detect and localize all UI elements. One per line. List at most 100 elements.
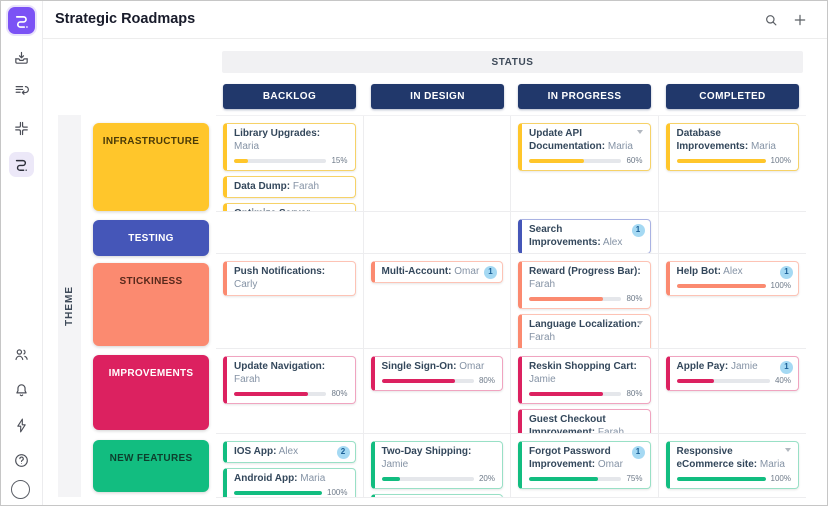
progress-percent: 80% [626, 294, 642, 304]
theme-row-infrastructure[interactable]: INFRASTRUCTURE [93, 123, 209, 211]
grid-cell[interactable]: Help Bot: Alex1100% [659, 254, 807, 349]
progress-percent: 40% [775, 376, 791, 386]
top-bar: Strategic Roadmaps [42, 1, 827, 39]
progress-bar: 75% [529, 474, 643, 484]
card-title: Reskin Shopping Cart: Jamie [529, 360, 643, 386]
column-header-completed[interactable]: COMPLETED [666, 84, 799, 109]
theme-row-improvements[interactable]: IMPROVEMENTS [93, 355, 209, 430]
progress-bar: 15% [234, 156, 348, 166]
card-title: Library Upgrades: Maria [234, 127, 348, 153]
bell-icon[interactable] [9, 378, 34, 403]
roadmap-card[interactable]: Responsive eCommerce site: Maria100% [666, 441, 800, 489]
roadmap-card[interactable]: Update Navigation: Farah80% [223, 356, 356, 404]
grid-cell[interactable] [364, 116, 512, 212]
column-header-in-progress[interactable]: IN PROGRESS [518, 84, 651, 109]
grid-cell[interactable]: Apple Pay: Jamie140% [659, 349, 807, 434]
card-assignee: Maria [748, 141, 776, 152]
card-assignee: Alex [721, 266, 743, 277]
card-assignee: Maria [234, 141, 259, 152]
search-icon[interactable] [762, 11, 780, 29]
card-title: Help Bot: Alex [677, 265, 792, 278]
grid-cell[interactable]: Search Improvements: Alex1 [511, 212, 659, 254]
roadmap-card[interactable]: Reskin Shopping Cart: Jamie 80% [518, 356, 651, 404]
roadmap-card[interactable]: Optimize Server Serialization: Jamie [223, 203, 356, 212]
roadmap-card[interactable]: Apple Pay: Jamie140% [666, 356, 800, 391]
backlog-list-icon[interactable] [9, 78, 34, 103]
grid-cell[interactable]: Database Improvements: Maria100% [659, 116, 807, 212]
progress-percent: 60% [626, 156, 642, 166]
grid-cell[interactable] [364, 212, 512, 254]
roadmap-card[interactable]: IOS App: Alex2 [223, 441, 356, 463]
grid-cell[interactable]: Update Navigation: Farah80% [216, 349, 364, 434]
card-assignee: Maria [298, 473, 326, 484]
column-header-in-design[interactable]: IN DESIGN [371, 84, 504, 109]
avatar[interactable] [11, 480, 30, 499]
progress-bar: 80% [529, 389, 643, 399]
grid-cell[interactable] [659, 212, 807, 254]
status-axis-header: STATUS [222, 51, 803, 73]
roadmap-card[interactable]: Multi-Account: Omar1 [371, 261, 504, 283]
progress-percent: 15% [331, 156, 347, 166]
collapse-icon[interactable] [9, 116, 34, 141]
card-title: Single Sign-On: Omar [382, 360, 496, 373]
grid-cell[interactable]: Two-Day Shipping: Jamie20%User Avatar: J… [364, 434, 512, 498]
roadmap-card[interactable]: Language Localization: Farah100% [518, 314, 651, 349]
theme-row-testing[interactable]: TESTING [93, 220, 209, 256]
card-assignee: Farah [234, 374, 260, 385]
roadmap-card[interactable]: Update API Documentation: Maria60% [518, 123, 651, 171]
bolt-icon[interactable] [9, 413, 34, 438]
progress-percent: 80% [331, 389, 347, 399]
progress-bar: 100% [234, 488, 348, 498]
roadmap-card[interactable]: Database Improvements: Maria100% [666, 123, 800, 171]
roadmap-card[interactable]: Data Dump: Farah [223, 176, 356, 198]
roadmap-card[interactable]: Single Sign-On: Omar 80% [371, 356, 504, 391]
grid-cell[interactable]: Update API Documentation: Maria60% [511, 116, 659, 212]
roadmap-card[interactable]: Help Bot: Alex1100% [666, 261, 800, 296]
card-title: Android App: Maria [234, 472, 348, 485]
card-assignee: Carly [234, 279, 257, 290]
import-icon[interactable] [9, 46, 34, 71]
grid-cell[interactable] [216, 212, 364, 254]
chevron-down-icon[interactable] [785, 448, 791, 452]
help-icon[interactable] [9, 448, 34, 473]
card-assignee: Omar [595, 459, 623, 470]
grid-cell[interactable]: Reskin Shopping Cart: Jamie 80% Guest Chec… [511, 349, 659, 434]
count-badge: 1 [484, 266, 497, 279]
roadmap-card[interactable]: Reward (Progress Bar): Farah 80% [518, 261, 651, 309]
roadmap-card[interactable]: User Avatar: Jamie [371, 494, 504, 498]
card-title: Database Improvements: Maria [677, 127, 792, 153]
card-title: Reward (Progress Bar): Farah [529, 265, 643, 291]
roadmap-card[interactable]: Search Improvements: Alex1 [518, 219, 651, 254]
roadmap-grid: Library Upgrades: Maria 15% Data Dump: Far… [216, 115, 806, 498]
chevron-down-icon[interactable] [637, 130, 643, 134]
grid-cell[interactable]: Reward (Progress Bar): Farah 80% Language … [511, 254, 659, 349]
column-header-backlog[interactable]: BACKLOG [223, 84, 356, 109]
roadmap-icon[interactable] [9, 152, 34, 177]
grid-cell[interactable]: Multi-Account: Omar1 [364, 254, 512, 349]
grid-cell[interactable]: Single Sign-On: Omar 80% [364, 349, 512, 434]
theme-row-stickiness[interactable]: STICKINESS [93, 263, 209, 346]
card-title: Data Dump: Farah [234, 180, 348, 193]
progress-percent: 20% [479, 474, 495, 484]
theme-row-new-features[interactable]: NEW FEATURES [93, 440, 209, 492]
card-title: IOS App: Alex [234, 445, 348, 458]
plus-icon[interactable] [791, 11, 809, 29]
card-assignee: Jamie [382, 459, 409, 470]
roadmap-card[interactable]: Guest Checkout Improvement: Farah [518, 409, 651, 434]
roadmap-card[interactable]: Two-Day Shipping: Jamie20% [371, 441, 504, 489]
people-icon[interactable] [9, 342, 34, 367]
roadmap-card[interactable]: Forgot Password Improvement: Omar175% [518, 441, 651, 489]
chevron-down-icon[interactable] [637, 321, 643, 325]
card-title: Search Improvements: Alex [529, 223, 643, 249]
roadmap-card[interactable]: Push Notifications: Carly [223, 261, 356, 296]
progress-percent: 80% [479, 376, 495, 386]
grid-cell[interactable]: Library Upgrades: Maria 15% Data Dump: Far… [216, 116, 364, 212]
grid-cell[interactable]: Forgot Password Improvement: Omar175% [511, 434, 659, 498]
roadmap-card[interactable]: Library Upgrades: Maria 15% [223, 123, 356, 171]
grid-cell[interactable]: IOS App: Alex2 Android App: Maria 100% [216, 434, 364, 498]
roadmap-card[interactable]: Android App: Maria 100% [223, 468, 356, 498]
progress-percent: 75% [626, 474, 642, 484]
app-logo-icon[interactable] [8, 7, 35, 34]
grid-cell[interactable]: Responsive eCommerce site: Maria100% [659, 434, 807, 498]
grid-cell[interactable]: Push Notifications: Carly [216, 254, 364, 349]
